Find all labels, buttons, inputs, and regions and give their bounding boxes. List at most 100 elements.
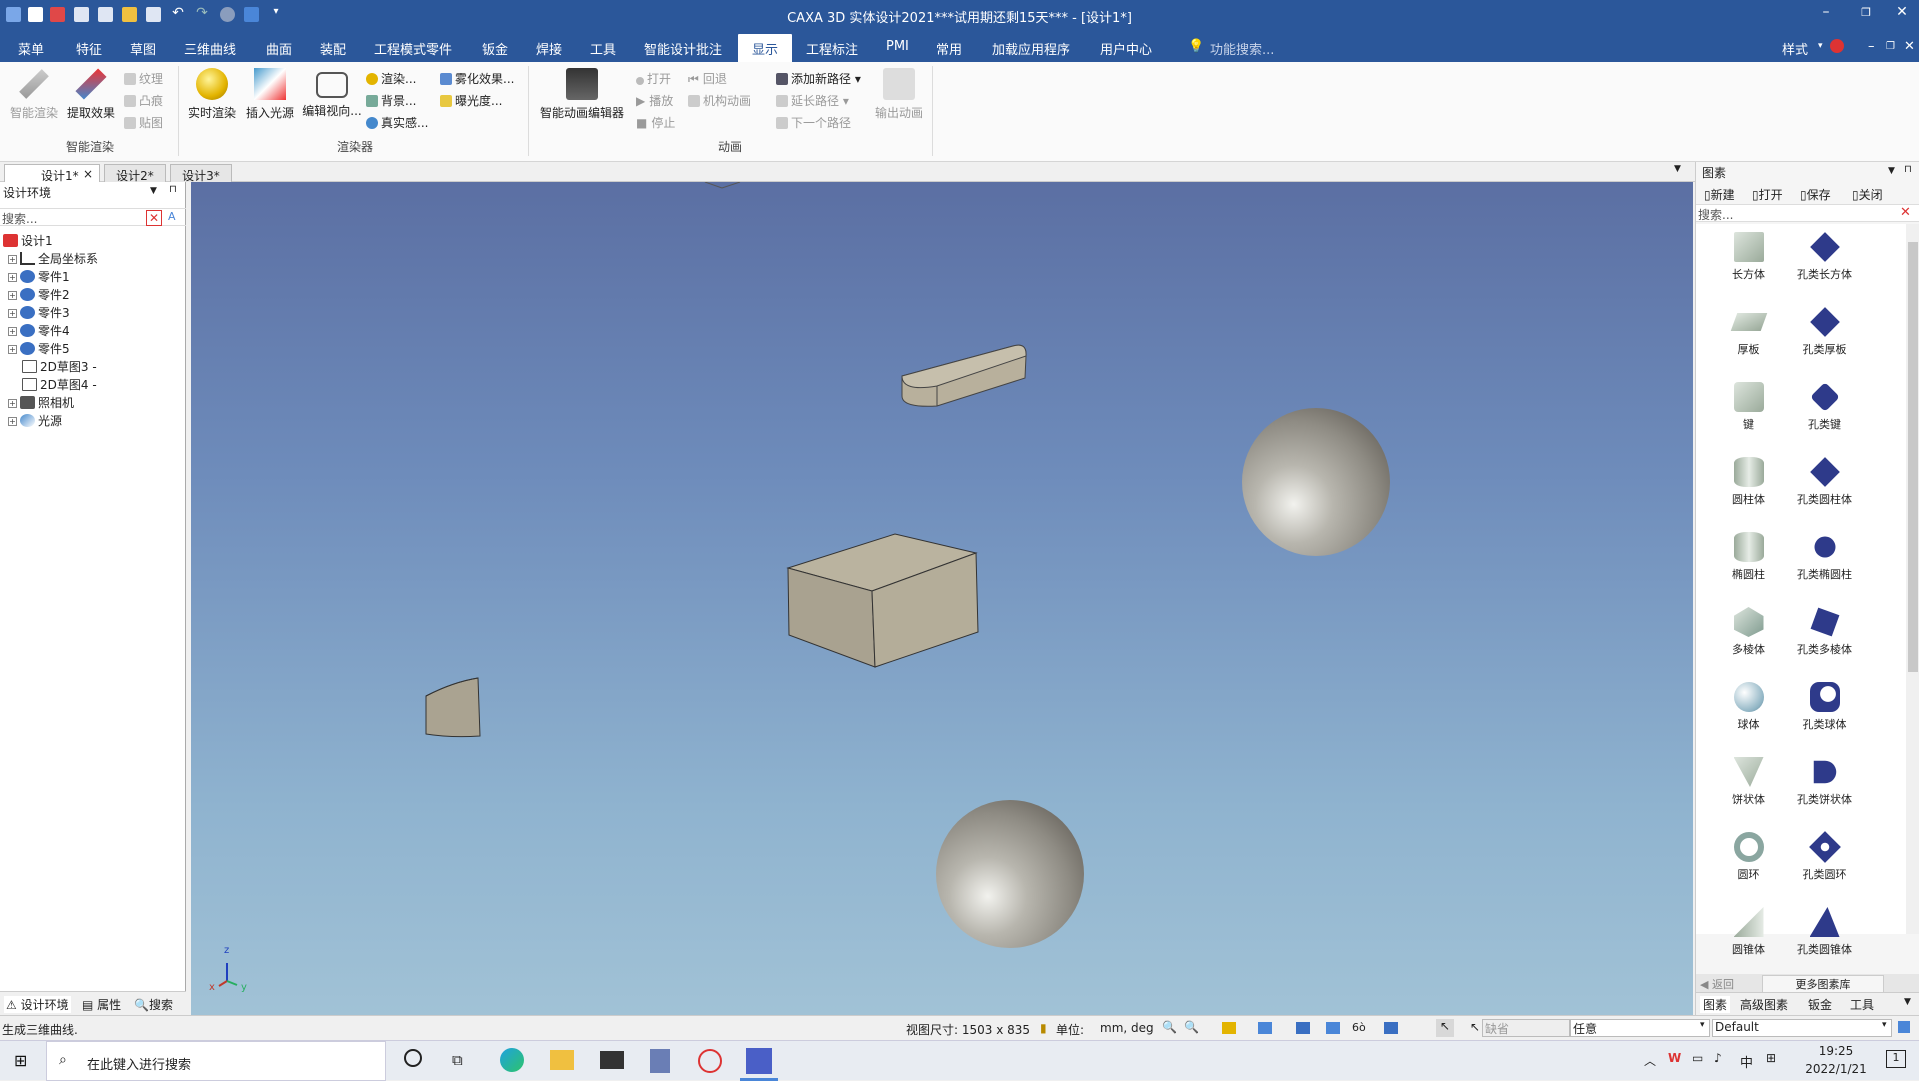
menu-item-menu[interactable]: 菜单 xyxy=(18,39,44,58)
menu-item-assembly[interactable]: 装配 xyxy=(320,39,346,58)
library-item-cylinder[interactable]: 圆柱体 xyxy=(1706,457,1791,507)
help-icon[interactable] xyxy=(1830,39,1844,53)
library-item-hole-slab[interactable]: 孔类厚板 xyxy=(1782,307,1867,357)
tab-advanced-elements[interactable]: 高级图素 xyxy=(1740,996,1788,1013)
insert-light-button[interactable]: 插入光源 xyxy=(242,68,298,121)
menu-item-pmi[interactable]: PMI xyxy=(886,39,909,54)
tab-design-env[interactable]: ⚠ 设计环境 xyxy=(4,996,71,1013)
expand-icon[interactable]: + xyxy=(8,255,17,264)
library-item-pie[interactable]: 饼状体 xyxy=(1706,757,1791,807)
display-mode-icon[interactable] xyxy=(1258,1022,1272,1034)
library-item-elliptic-cylinder[interactable]: 椭圆柱 xyxy=(1706,532,1791,582)
default-filter-field[interactable]: 缺省 xyxy=(1482,1019,1570,1037)
close-icon[interactable]: × xyxy=(83,167,93,181)
library-search-input[interactable]: 搜索... xyxy=(1698,206,1733,223)
chevron-down-icon[interactable]: ▾ xyxy=(1882,1020,1887,1030)
tab-properties[interactable]: ▤ 属性 xyxy=(82,996,121,1013)
anim-stop-button[interactable]: ■ 停止 xyxy=(636,114,675,131)
search-option-icon[interactable]: A xyxy=(168,210,176,223)
edge-browser-icon[interactable] xyxy=(500,1048,524,1072)
panel-dropdown-icon[interactable]: ▼ xyxy=(150,186,157,196)
fog-button[interactable]: 雾化效果... xyxy=(440,70,514,87)
expand-icon[interactable]: + xyxy=(8,309,17,318)
unit-value[interactable]: mm, deg xyxy=(1100,1021,1154,1035)
app-swirl-icon[interactable] xyxy=(698,1049,722,1073)
task-view-icon[interactable]: ⧉ xyxy=(452,1051,463,1069)
clear-search-icon[interactable]: ✕ xyxy=(146,210,162,226)
ime-mode-icon[interactable]: ⊞ xyxy=(1766,1051,1776,1065)
tab-design3[interactable]: 设计3* xyxy=(170,164,232,183)
close-icon[interactable]: ✕ xyxy=(1890,4,1914,20)
library-item-hole-sphere[interactable]: 孔类球体 xyxy=(1782,682,1867,732)
new-library-button[interactable]: ▯新建 xyxy=(1704,186,1735,203)
panel-dropdown-icon[interactable]: ▼ xyxy=(1888,166,1895,176)
tree-item-sketch4[interactable]: 2D草图4 - xyxy=(22,376,97,393)
menu-item-sketch[interactable]: 草图 xyxy=(130,39,156,58)
library-item-slab[interactable]: 厚板 xyxy=(1706,307,1791,357)
function-search[interactable]: 功能搜索... xyxy=(1210,39,1274,58)
bump-button[interactable]: 凸痕 xyxy=(124,92,163,109)
back-button[interactable]: ◀ 返回 xyxy=(1700,976,1734,992)
close-library-button[interactable]: ▯关闭 xyxy=(1852,186,1883,203)
tabs-dropdown-icon[interactable]: ▼ xyxy=(1904,997,1911,1007)
chevron-down-icon[interactable]: ▾ xyxy=(1700,1020,1705,1030)
tab-sheet-metal[interactable]: 钣金 xyxy=(1808,996,1832,1013)
library-item-hole-box[interactable]: 孔类长方体 xyxy=(1782,232,1867,282)
chevron-down-icon[interactable]: ▾ xyxy=(1818,41,1823,51)
menu-item-eng-part[interactable]: 工程模式零件 xyxy=(374,39,452,58)
background-button[interactable]: 背景... xyxy=(366,92,416,109)
anim-open-button[interactable]: 打开 xyxy=(636,70,671,87)
notification-icon[interactable]: 1 xyxy=(1886,1050,1906,1068)
library-item-polyhedron[interactable]: 多棱体 xyxy=(1706,607,1791,657)
realtime-render-button[interactable]: 实时渲染 xyxy=(184,68,240,121)
caxa-taskbar-icon[interactable] xyxy=(746,1048,772,1074)
tree-item-global-coords[interactable]: + 全局坐标系 xyxy=(8,250,98,267)
clock-date[interactable]: 2022/1/21 xyxy=(1800,1062,1872,1076)
ime-indicator[interactable]: 中 xyxy=(1740,1052,1753,1071)
menu-item-common[interactable]: 常用 xyxy=(936,39,962,58)
library-item-hole-polyhedron[interactable]: 孔类多棱体 xyxy=(1782,607,1867,657)
tab-tools[interactable]: 工具 xyxy=(1850,996,1874,1013)
library-item-hole-cylinder[interactable]: 孔类圆柱体 xyxy=(1782,457,1867,507)
orientation-icon[interactable] xyxy=(1296,1022,1310,1034)
any-filter-select[interactable]: 任意 xyxy=(1570,1019,1710,1037)
library-item-torus[interactable]: 圆环 xyxy=(1706,832,1791,882)
tabs-dropdown-icon[interactable]: ▼ xyxy=(1674,164,1681,174)
library-item-hole-key[interactable]: 孔类键 xyxy=(1782,382,1867,432)
library-item-hole-elliptic-cylinder[interactable]: 孔类椭圆柱 xyxy=(1782,532,1867,582)
more-library-button[interactable]: 更多图素库 xyxy=(1762,975,1884,993)
anim-play-button[interactable]: ▶ 播放 xyxy=(636,92,673,109)
style-dropdown[interactable]: 样式 xyxy=(1782,39,1808,58)
ribbon-minimize-icon[interactable]: – xyxy=(1868,39,1875,54)
next-path-button[interactable]: 下一个路径 xyxy=(776,114,851,131)
menu-item-feature[interactable]: 特征 xyxy=(76,39,102,58)
volume-icon[interactable]: ♪ xyxy=(1714,1051,1722,1065)
output-animation-button[interactable]: 输出动画 xyxy=(872,68,926,121)
tree-item-part5[interactable]: + 零件5 xyxy=(8,340,70,357)
library-item-key[interactable]: 键 xyxy=(1706,382,1791,432)
tab-design1[interactable]: 设计1* × xyxy=(4,164,100,183)
open-library-button[interactable]: ▯打开 xyxy=(1752,186,1783,203)
tree-item-light[interactable]: + 光源 xyxy=(8,412,62,429)
menu-item-display[interactable]: 显示 xyxy=(738,34,793,65)
texture-button[interactable]: 纹理 xyxy=(124,70,163,87)
taskbar-search-box[interactable]: ⌕ 在此键入进行搜索 xyxy=(46,1041,386,1081)
menu-item-smart-annotation[interactable]: 智能设计批注 xyxy=(644,39,722,58)
menu-item-weld[interactable]: 焊接 xyxy=(536,39,562,58)
extend-path-button[interactable]: 延长路径 ▾ xyxy=(776,92,849,109)
network-icon[interactable]: ▭ xyxy=(1692,1051,1703,1065)
ribbon-restore-icon[interactable]: ❐ xyxy=(1886,41,1895,52)
tab-search[interactable]: 🔍搜索 xyxy=(134,996,173,1013)
tree-item-sketch3[interactable]: 2D草图3 - xyxy=(22,358,97,375)
key-part[interactable] xyxy=(901,344,1027,407)
minimize-icon[interactable]: – xyxy=(1814,4,1838,20)
zoom-area-icon[interactable]: 🔍 xyxy=(1184,1020,1199,1034)
ribbon-close-icon[interactable]: ✕ xyxy=(1904,39,1915,54)
anim-rewind-button[interactable]: ⏮ 回退 xyxy=(688,70,727,87)
add-path-button[interactable]: 添加新路径 ▾ xyxy=(776,70,861,87)
zoom-icon[interactable]: 🔍 xyxy=(1162,1020,1177,1034)
expand-icon[interactable]: + xyxy=(8,273,17,282)
file-explorer-icon[interactable] xyxy=(550,1050,574,1070)
render-style-icon[interactable] xyxy=(1384,1022,1398,1034)
expand-icon[interactable]: + xyxy=(8,291,17,300)
